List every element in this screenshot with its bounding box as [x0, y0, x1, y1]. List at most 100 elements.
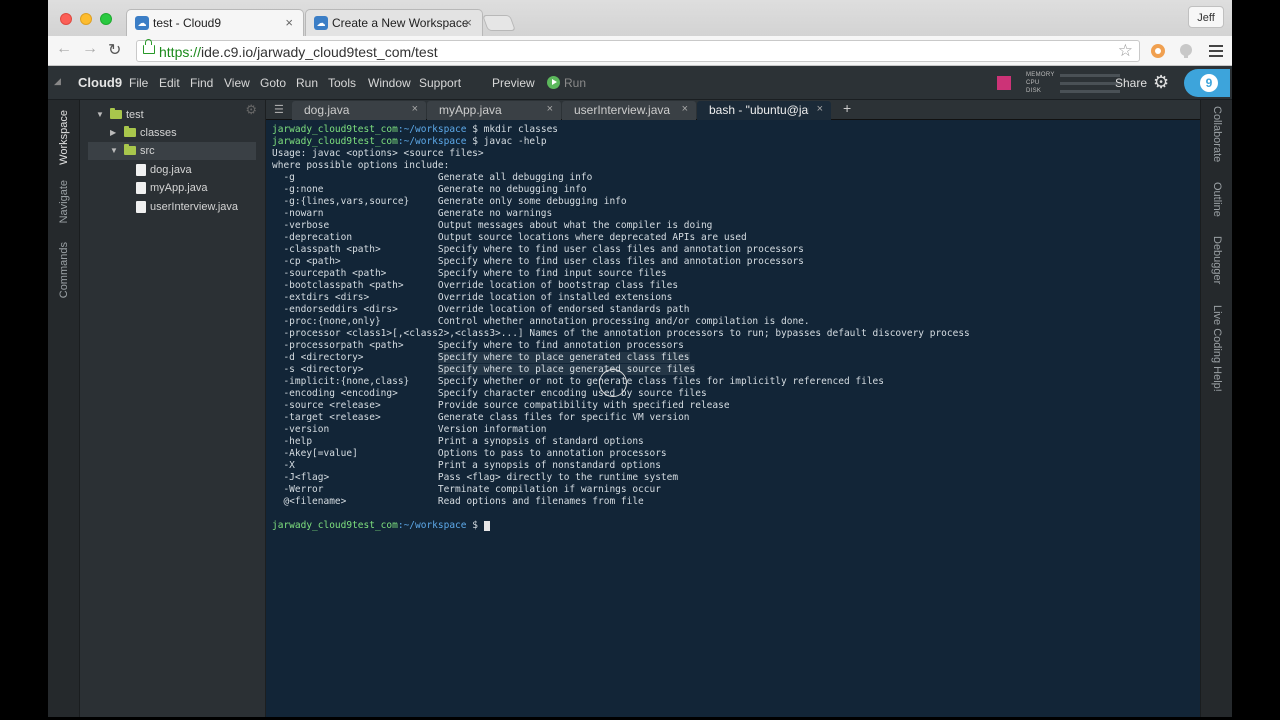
share-button[interactable]: Share — [1115, 76, 1147, 90]
bookmark-star-icon[interactable]: ☆ — [1118, 41, 1133, 61]
option-description: Specify where to find user class files a… — [437, 256, 804, 267]
collapse-arrow-icon[interactable]: ◢ — [54, 76, 61, 87]
panel-live-coding-help[interactable]: Live Coding Help! — [1211, 305, 1223, 392]
editor-tab-userinterview-java[interactable]: userInterview.java × — [562, 101, 696, 120]
tree-settings-gear-icon[interactable]: ⚙ — [245, 102, 257, 118]
panel-navigate[interactable]: Navigate — [58, 180, 70, 223]
close-tab-icon[interactable]: × — [464, 15, 472, 30]
close-tab-icon[interactable]: × — [547, 103, 553, 115]
browser-tab-test-cloud9[interactable]: ☁ test - Cloud9 × — [126, 9, 304, 36]
menu-support[interactable]: Support — [419, 76, 461, 90]
editor-tab-bash-terminal[interactable]: bash - "ubuntu@jarw × — [697, 101, 831, 120]
option-flag: -encoding <encoding> — [283, 388, 398, 399]
gear-icon[interactable]: ⚙ — [1153, 72, 1169, 93]
javac-option-line: -Werror Terminate compilation if warnings… — [272, 484, 1200, 496]
file-icon — [136, 164, 146, 176]
expanded-arrow-icon[interactable]: ▼ — [110, 142, 118, 160]
prompt-path: :~/workspace — [397, 124, 467, 135]
javac-option-line: -d <directory> Specify where to place gen… — [272, 352, 1200, 364]
menu-find[interactable]: Find — [190, 76, 213, 90]
url-bar[interactable]: https://ide.c9.io/jarwady_cloud9test_com… — [136, 39, 1140, 62]
tree-label: myApp.java — [150, 182, 208, 194]
panel-workspace[interactable]: Workspace — [58, 110, 70, 165]
collapsed-arrow-icon[interactable]: ▶ — [110, 124, 116, 142]
workspace-file-tree: ⚙ ▼ test ▶ classes ▼ src dog.java myApp.… — [80, 100, 266, 717]
javac-option-line: -processor <class1>[,<class2>,<class3>..… — [272, 328, 1200, 340]
browser-menu-icon[interactable] — [1207, 42, 1225, 60]
profile-button[interactable]: Jeff — [1188, 6, 1224, 28]
file-icon — [136, 182, 146, 194]
editor-area: ☰ dog.java × myApp.java × userInterview.… — [266, 100, 1200, 717]
url-text[interactable]: https://ide.c9.io/jarwady_cloud9test_com… — [159, 44, 438, 60]
javac-option-line: -classpath <path> Specify where to find u… — [272, 244, 1200, 256]
option-description: Generate no warnings — [437, 208, 553, 219]
javac-option-line: -s <directory> Specify where to place gen… — [272, 364, 1200, 376]
run-button[interactable]: Run — [564, 76, 586, 90]
memory-meter-bar — [1060, 74, 1120, 77]
user-avatar[interactable] — [997, 76, 1011, 90]
prompt-sign: $ — [466, 520, 484, 531]
bash-terminal[interactable]: jarwady_cloud9test_com:~/workspace $ mkd… — [266, 120, 1200, 717]
terminal-line: jarwady_cloud9test_com:~/workspace $ jav… — [272, 136, 1200, 148]
cloud9-brand[interactable]: Cloud9 — [78, 75, 122, 90]
option-flag: -X — [283, 460, 295, 471]
forward-arrow-icon[interactable]: → — [82, 40, 98, 58]
url-scheme: https:// — [159, 44, 202, 60]
memory-meter-label: MEMORY — [1026, 72, 1055, 78]
editor-tab-myapp-java[interactable]: myApp.java × — [427, 101, 561, 120]
javac-option-line: -deprecation Output source locations wher… — [272, 232, 1200, 244]
run-play-icon[interactable] — [547, 76, 560, 89]
disk-meter-label: DISK — [1026, 88, 1042, 94]
menu-window[interactable]: Window — [368, 76, 411, 90]
reload-icon[interactable]: ↻ — [108, 40, 121, 60]
cpu-meter-label: CPU — [1026, 80, 1040, 86]
javac-option-line: -Akey[=value] Options to pass to annotati… — [272, 448, 1200, 460]
new-tab-button[interactable] — [482, 15, 516, 31]
tab-list-menu-icon[interactable]: ☰ — [274, 103, 284, 116]
panel-debugger[interactable]: Debugger — [1211, 236, 1223, 284]
panel-commands[interactable]: Commands — [58, 242, 70, 298]
minimize-window-button[interactable] — [80, 13, 92, 25]
option-description: Output source locations where deprecated… — [437, 232, 747, 243]
extension-icon[interactable] — [1149, 42, 1167, 60]
option-description: Generate only some debugging info — [437, 196, 627, 207]
terminal-command: javac -help — [483, 136, 547, 147]
close-tab-icon[interactable]: × — [817, 103, 823, 115]
expanded-arrow-icon[interactable]: ▼ — [96, 106, 104, 124]
option-flag: -s <directory> — [283, 364, 364, 375]
close-tab-icon[interactable]: × — [285, 15, 293, 30]
option-flag: -d <directory> — [283, 352, 364, 363]
javac-option-line: -g:none Generate no debugging info — [272, 184, 1200, 196]
back-arrow-icon[interactable]: ← — [56, 40, 72, 58]
cloud9-menu-button[interactable]: 9 — [1184, 69, 1230, 97]
editor-tab-label: myApp.java — [439, 103, 502, 117]
panel-outline[interactable]: Outline — [1211, 182, 1223, 217]
javac-option-line: -cp <path> Specify where to find user cla… — [272, 256, 1200, 268]
menu-edit[interactable]: Edit — [159, 76, 180, 90]
tree-label: src — [140, 145, 155, 157]
browser-tab-create-workspace[interactable]: ☁ Create a New Workspace × — [305, 9, 483, 36]
option-flag: @<filename> — [283, 496, 347, 507]
new-tab-plus-icon[interactable]: + — [843, 100, 851, 116]
menu-view[interactable]: View — [224, 76, 250, 90]
extension-icon[interactable] — [1177, 42, 1195, 60]
panel-collaborate[interactable]: Collaborate — [1211, 106, 1223, 162]
option-flag: -J<flag> — [283, 472, 330, 483]
option-description: Output messages about what the compiler … — [437, 220, 713, 231]
close-window-button[interactable] — [60, 13, 72, 25]
option-flag: -nowarn — [283, 208, 324, 219]
menu-run[interactable]: Run — [296, 76, 318, 90]
javac-option-line: -processorpath <path> Specify where to fi… — [272, 340, 1200, 352]
editor-tab-dog-java[interactable]: dog.java × — [292, 101, 426, 120]
menu-file[interactable]: File — [129, 76, 148, 90]
menu-goto[interactable]: Goto — [260, 76, 286, 90]
close-tab-icon[interactable]: × — [682, 103, 688, 115]
menu-tools[interactable]: Tools — [328, 76, 356, 90]
close-tab-icon[interactable]: × — [412, 103, 418, 115]
javac-option-line: -bootclasspath <path> Override location o… — [272, 280, 1200, 292]
option-description: Read options and filenames from file — [437, 496, 644, 507]
prompt-path: :~/workspace — [397, 520, 467, 531]
preview-button[interactable]: Preview — [492, 76, 535, 90]
zoom-window-button[interactable] — [100, 13, 112, 25]
option-description: Control whether annotation processing an… — [437, 316, 810, 327]
